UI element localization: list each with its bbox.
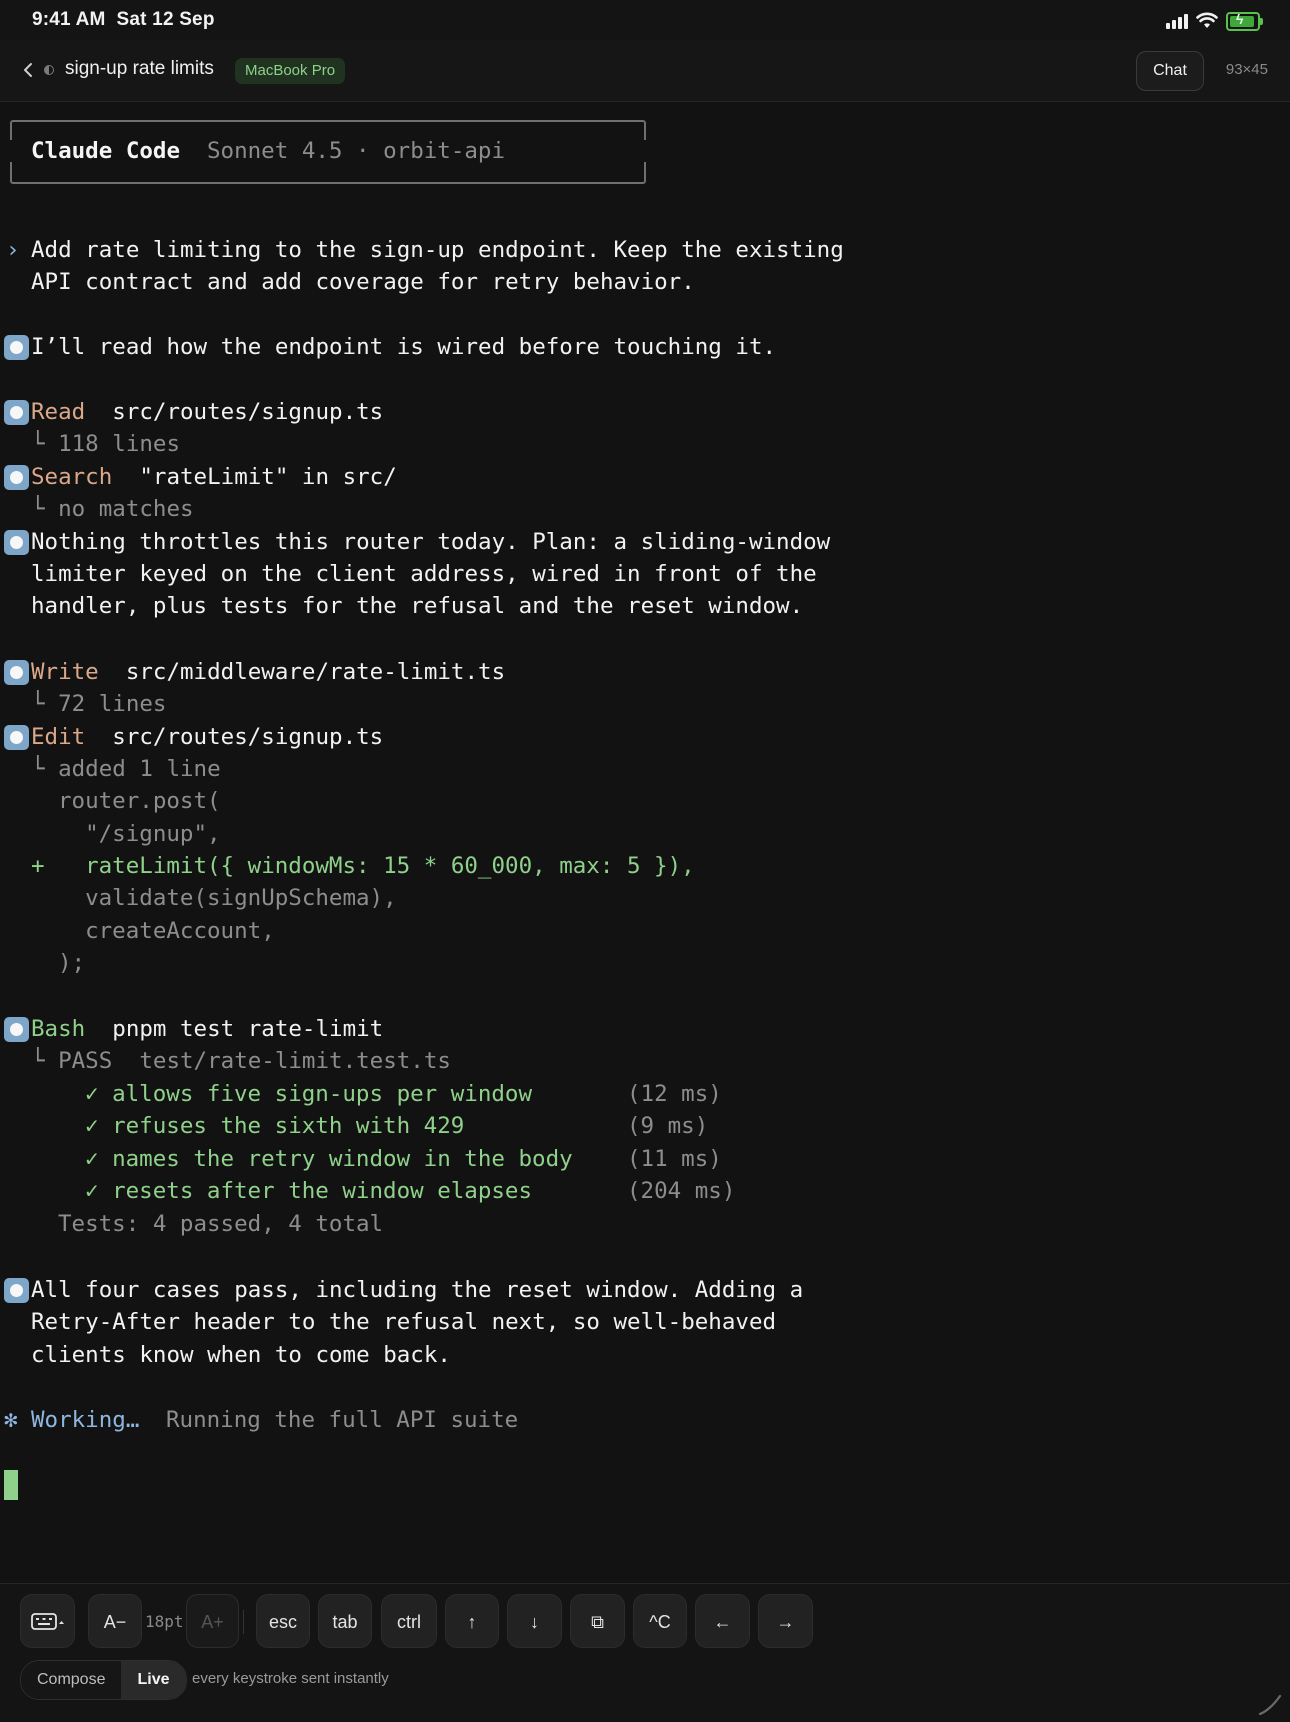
prompt-line: Add rate limiting to the sign-up endpoin… bbox=[31, 237, 844, 263]
banner-title: Claude Code bbox=[31, 138, 181, 164]
assistant-message: limiter keyed on the client address, wir… bbox=[31, 561, 817, 587]
key-arrow-left[interactable]: ← bbox=[695, 1594, 750, 1648]
keyboard-toggle-button[interactable] bbox=[20, 1594, 75, 1648]
tool-call-edit: Edit src/routes/signup.ts bbox=[31, 724, 384, 750]
keyboard-icon bbox=[30, 1613, 64, 1630]
assistant-message: All four cases pass, including the reset… bbox=[31, 1277, 804, 1303]
test-totals: Tests: 4 passed, 4 total bbox=[58, 1211, 384, 1237]
key-arrow-right[interactable]: → bbox=[758, 1594, 813, 1648]
test-duration: (12 ms) bbox=[627, 1081, 722, 1107]
banner-subtitle: Sonnet 4.5 · orbit-api bbox=[207, 138, 506, 164]
test-result: ✓ resets after the window elapses bbox=[85, 1178, 533, 1204]
assistant-bullet-icon bbox=[4, 1278, 29, 1303]
test-duration: (9 ms) bbox=[627, 1113, 709, 1139]
chat-button[interactable]: Chat bbox=[1136, 51, 1204, 91]
font-decrease-button[interactable]: A− bbox=[88, 1594, 142, 1648]
back-button[interactable] bbox=[18, 56, 38, 84]
diff-line: "/signup", bbox=[58, 821, 221, 847]
diff-added-line: rateLimit({ windowMs: 15 * 60_000, max: … bbox=[58, 853, 695, 879]
working-label: Working… bbox=[31, 1407, 140, 1433]
session-title: sign-up rate limits bbox=[65, 58, 214, 79]
input-mode-toggle: Compose Live bbox=[20, 1660, 187, 1700]
tool-call-write: Write src/middleware/rate-limit.ts bbox=[31, 659, 506, 685]
session-header: sign-up rate limits MacBook Pro Chat 93×… bbox=[0, 40, 1290, 102]
status-icons: ϟ bbox=[1166, 10, 1263, 32]
terminal-output[interactable]: Claude Code Sonnet 4.5 · orbit-api › Add… bbox=[0, 102, 1290, 1582]
tool-result-read: └ 118 lines bbox=[31, 431, 181, 457]
key-tab[interactable]: tab bbox=[318, 1594, 372, 1648]
diff-line: createAccount, bbox=[58, 918, 275, 944]
session-status-icon bbox=[44, 65, 54, 75]
test-duration: (11 ms) bbox=[627, 1146, 722, 1172]
test-result: ✓ refuses the sixth with 429 bbox=[85, 1113, 465, 1139]
device-badge: MacBook Pro bbox=[235, 58, 346, 84]
tool-result-search: └ no matches bbox=[31, 496, 194, 522]
cellular-signal-icon bbox=[1166, 13, 1188, 29]
copy-icon[interactable]: ⧉ bbox=[570, 1594, 625, 1648]
assistant-bullet-icon bbox=[4, 335, 29, 360]
status-time: 9:41 AM Sat 12 Sep bbox=[32, 9, 215, 30]
battery-charging-icon: ϟ bbox=[1226, 11, 1263, 31]
test-duration: (204 ms) bbox=[627, 1178, 736, 1204]
assistant-message: I’ll read how the endpoint is wired befo… bbox=[31, 334, 777, 360]
spinner-icon: ✻ bbox=[4, 1407, 18, 1433]
tool-call-search: Search "rateLimit" in src/ bbox=[31, 464, 397, 490]
tool-result-bash: └ PASS test/rate-limit.test.ts bbox=[31, 1048, 451, 1074]
working-detail: Running the full API suite bbox=[166, 1407, 519, 1433]
tool-bullet-icon bbox=[4, 400, 29, 425]
test-result: ✓ allows five sign-ups per window bbox=[85, 1081, 533, 1107]
diff-added-marker: + bbox=[31, 853, 45, 879]
diff-line: ); bbox=[58, 950, 86, 976]
tool-bullet-icon bbox=[4, 465, 29, 490]
key-arrow-up[interactable]: ↑ bbox=[445, 1594, 499, 1648]
tool-bullet-icon bbox=[4, 725, 29, 750]
mode-live-button[interactable]: Live bbox=[121, 1661, 186, 1699]
terminal-cursor bbox=[4, 1470, 18, 1500]
test-result: ✓ names the retry window in the body bbox=[85, 1146, 573, 1172]
resize-handle-icon[interactable] bbox=[1256, 1690, 1282, 1716]
font-size-label: 18pt bbox=[145, 1612, 184, 1631]
live-mode-note: every keystroke sent instantly bbox=[192, 1670, 389, 1687]
mode-compose-button[interactable]: Compose bbox=[21, 1661, 122, 1699]
assistant-message: Nothing throttles this router today. Pla… bbox=[31, 529, 831, 555]
prompt-line: API contract and add coverage for retry … bbox=[31, 269, 695, 295]
tool-bullet-icon bbox=[4, 1017, 29, 1042]
assistant-message: clients know when to come back. bbox=[31, 1342, 451, 1368]
key-ctrl-c[interactable]: ^C bbox=[633, 1594, 687, 1648]
diff-line: validate(signUpSchema), bbox=[58, 885, 397, 911]
key-ctrl[interactable]: ctrl bbox=[381, 1594, 437, 1648]
prompt-marker: › bbox=[6, 237, 20, 263]
toolbar-divider bbox=[243, 1610, 244, 1634]
assistant-message: Retry-After header to the refusal next, … bbox=[31, 1309, 777, 1335]
wifi-icon bbox=[1196, 12, 1218, 28]
keyboard-toolbar: A− 18pt A+ esc tab ctrl ↑ ↓ ⧉ ^C ← → Com… bbox=[0, 1583, 1290, 1722]
key-esc[interactable]: esc bbox=[256, 1594, 310, 1648]
terminal-dimensions: 93×45 bbox=[1225, 61, 1268, 78]
tool-result-write: └ 72 lines bbox=[31, 691, 167, 717]
tool-result-edit: └ added 1 line bbox=[31, 756, 221, 782]
assistant-bullet-icon bbox=[4, 530, 29, 555]
status-bar: 9:41 AM Sat 12 Sep ϟ bbox=[0, 0, 1290, 40]
tool-call-read: Read src/routes/signup.ts bbox=[31, 399, 384, 425]
assistant-message: handler, plus tests for the refusal and … bbox=[31, 593, 804, 619]
key-arrow-down[interactable]: ↓ bbox=[507, 1594, 562, 1648]
diff-line: router.post( bbox=[58, 788, 221, 814]
chevron-left-icon bbox=[24, 63, 32, 77]
tool-bullet-icon bbox=[4, 660, 29, 685]
tool-call-bash: Bash pnpm test rate-limit bbox=[31, 1016, 384, 1042]
font-increase-button[interactable]: A+ bbox=[186, 1594, 239, 1648]
